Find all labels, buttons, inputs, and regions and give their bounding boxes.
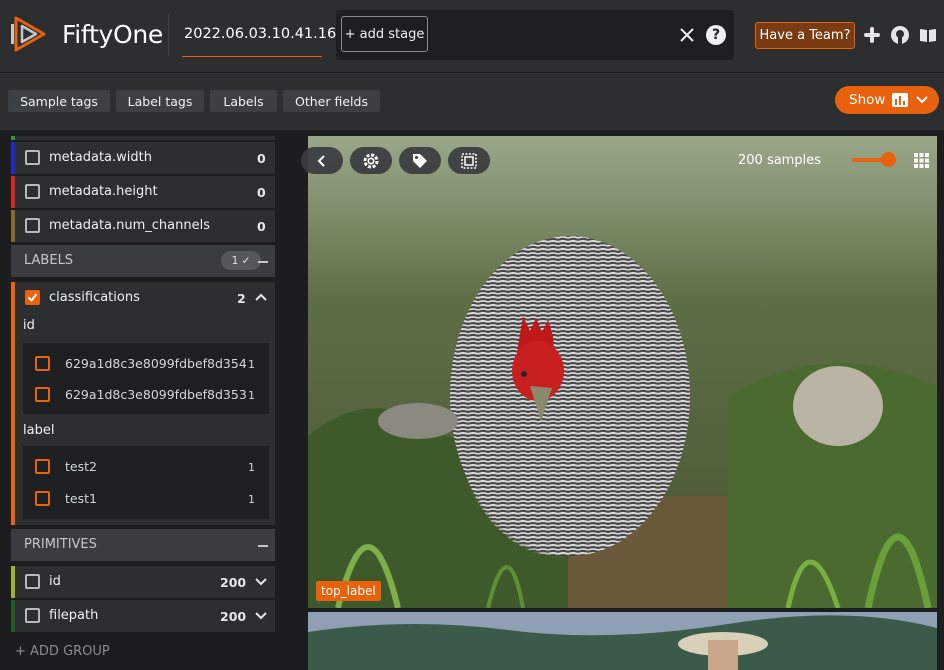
selected-badge[interactable]: 1 ✓ bbox=[221, 251, 261, 270]
tag-icon bbox=[413, 153, 427, 168]
tag-button[interactable] bbox=[399, 147, 441, 174]
value-count: 1 bbox=[248, 389, 255, 402]
row-label: classifications bbox=[49, 290, 140, 305]
app-name: FiftyOne bbox=[62, 20, 163, 49]
row-label: filepath bbox=[49, 608, 99, 623]
label-value[interactable]: test2 bbox=[65, 459, 97, 474]
value-count: 1 bbox=[248, 358, 255, 371]
help-icon[interactable]: ? bbox=[706, 25, 726, 45]
row-color-bar bbox=[11, 210, 15, 242]
collapse-icon[interactable] bbox=[258, 545, 268, 547]
row-color-bar bbox=[11, 566, 15, 598]
close-icon[interactable] bbox=[678, 26, 696, 44]
tab-sample-tags[interactable]: Sample tags bbox=[8, 90, 110, 112]
have-a-team-button[interactable]: Have a Team? bbox=[755, 22, 855, 49]
row-count: 200 bbox=[220, 609, 247, 624]
header-divider bbox=[168, 14, 169, 56]
checkbox[interactable] bbox=[35, 387, 50, 402]
tab-other-fields[interactable]: Other fields bbox=[283, 90, 380, 112]
group-header-labels[interactable]: LABELS 1 ✓ bbox=[11, 245, 275, 277]
docs-book-icon[interactable] bbox=[918, 25, 938, 45]
check-icon bbox=[27, 293, 38, 303]
sample-image-chicken[interactable] bbox=[308, 136, 937, 608]
select-icon bbox=[461, 152, 477, 169]
id-value[interactable]: 629a1d8c3e8099fdbef8d353 bbox=[65, 387, 247, 402]
row-label: metadata.height bbox=[49, 184, 158, 199]
add-group-button[interactable]: + ADD GROUP bbox=[15, 644, 110, 659]
dataset-selector[interactable]: 2022.06.03.10.41.16 bbox=[184, 26, 336, 42]
show-label: Show bbox=[849, 92, 886, 108]
chevron-up-icon[interactable] bbox=[255, 293, 267, 301]
checkbox[interactable] bbox=[35, 356, 50, 371]
row-color-bar bbox=[11, 282, 15, 525]
row-color-bar bbox=[11, 142, 15, 174]
sidebar-row-metadata-num-channels[interactable]: metadata.num_channels 0 bbox=[11, 210, 275, 242]
row-color-bar bbox=[11, 600, 15, 632]
group-title: PRIMITIVES bbox=[24, 537, 97, 552]
id-subfield-title: id bbox=[23, 318, 35, 333]
settings-gear-icon bbox=[363, 153, 379, 168]
grid-icon[interactable] bbox=[914, 153, 929, 168]
row-count: 200 bbox=[220, 575, 247, 590]
checkbox[interactable] bbox=[35, 491, 50, 506]
checkbox[interactable] bbox=[35, 459, 50, 474]
label-values-panel: test2 1 test1 1 bbox=[23, 446, 269, 519]
checkbox[interactable] bbox=[25, 608, 40, 623]
checkbox[interactable] bbox=[25, 150, 40, 165]
classification-label-tag: top_label bbox=[316, 581, 381, 601]
chevron-down-icon bbox=[916, 96, 929, 104]
slack-icon[interactable] bbox=[862, 25, 882, 45]
row-label: metadata.num_channels bbox=[49, 218, 210, 233]
select-button[interactable] bbox=[448, 147, 490, 174]
id-value[interactable]: 629a1d8c3e8099fdbef8d354 bbox=[65, 356, 247, 371]
checkbox[interactable] bbox=[25, 218, 40, 233]
row-color-bar bbox=[11, 136, 15, 140]
chevron-down-icon[interactable] bbox=[255, 612, 267, 620]
label-subfield-title: label bbox=[23, 423, 55, 438]
samples-count: 200 samples bbox=[738, 153, 821, 168]
group-header-primitives[interactable]: PRIMITIVES bbox=[11, 529, 275, 561]
add-stage-button[interactable]: + add stage bbox=[341, 16, 428, 52]
chart-icon bbox=[892, 93, 909, 107]
row-count: 2 bbox=[237, 291, 246, 306]
sample-image-person[interactable] bbox=[308, 612, 937, 670]
chicken-photo bbox=[308, 136, 937, 608]
row-count: 0 bbox=[257, 219, 266, 234]
row-count: 0 bbox=[257, 151, 266, 166]
landscape-photo bbox=[308, 612, 937, 670]
show-button[interactable]: Show bbox=[835, 86, 939, 114]
value-count: 1 bbox=[248, 493, 255, 506]
chevron-down-icon[interactable] bbox=[255, 578, 267, 586]
collapse-icon[interactable] bbox=[258, 261, 268, 263]
checkbox[interactable] bbox=[25, 574, 40, 589]
row-label: metadata.width bbox=[49, 150, 152, 165]
row-count: 0 bbox=[257, 185, 266, 200]
dataset-underline bbox=[182, 56, 322, 57]
value-count: 1 bbox=[248, 461, 255, 474]
settings-button[interactable] bbox=[350, 147, 392, 174]
fiftyone-logo-icon[interactable] bbox=[8, 14, 48, 54]
row-label: id bbox=[49, 574, 61, 589]
sidebar-row-metadata-height[interactable]: metadata.height 0 bbox=[11, 176, 275, 208]
sidebar-row-id[interactable]: id 200 bbox=[11, 566, 275, 598]
zoom-slider-handle[interactable] bbox=[881, 152, 896, 167]
checkbox-checked[interactable] bbox=[25, 290, 40, 305]
back-button[interactable] bbox=[301, 147, 343, 174]
back-icon bbox=[317, 154, 325, 167]
label-value[interactable]: test1 bbox=[65, 491, 97, 506]
row-color-bar bbox=[11, 176, 15, 208]
sidebar-row-partial bbox=[11, 136, 275, 140]
github-icon[interactable] bbox=[890, 25, 910, 45]
group-title: LABELS bbox=[24, 253, 74, 268]
checkbox[interactable] bbox=[25, 184, 40, 199]
tab-labels[interactable]: Labels bbox=[210, 90, 277, 112]
sidebar-row-metadata-width[interactable]: metadata.width 0 bbox=[11, 142, 275, 174]
id-values-panel: 629a1d8c3e8099fdbef8d354 1 629a1d8c3e809… bbox=[23, 343, 269, 414]
tab-label-tags[interactable]: Label tags bbox=[116, 90, 204, 112]
sidebar-row-filepath[interactable]: filepath 200 bbox=[11, 600, 275, 632]
